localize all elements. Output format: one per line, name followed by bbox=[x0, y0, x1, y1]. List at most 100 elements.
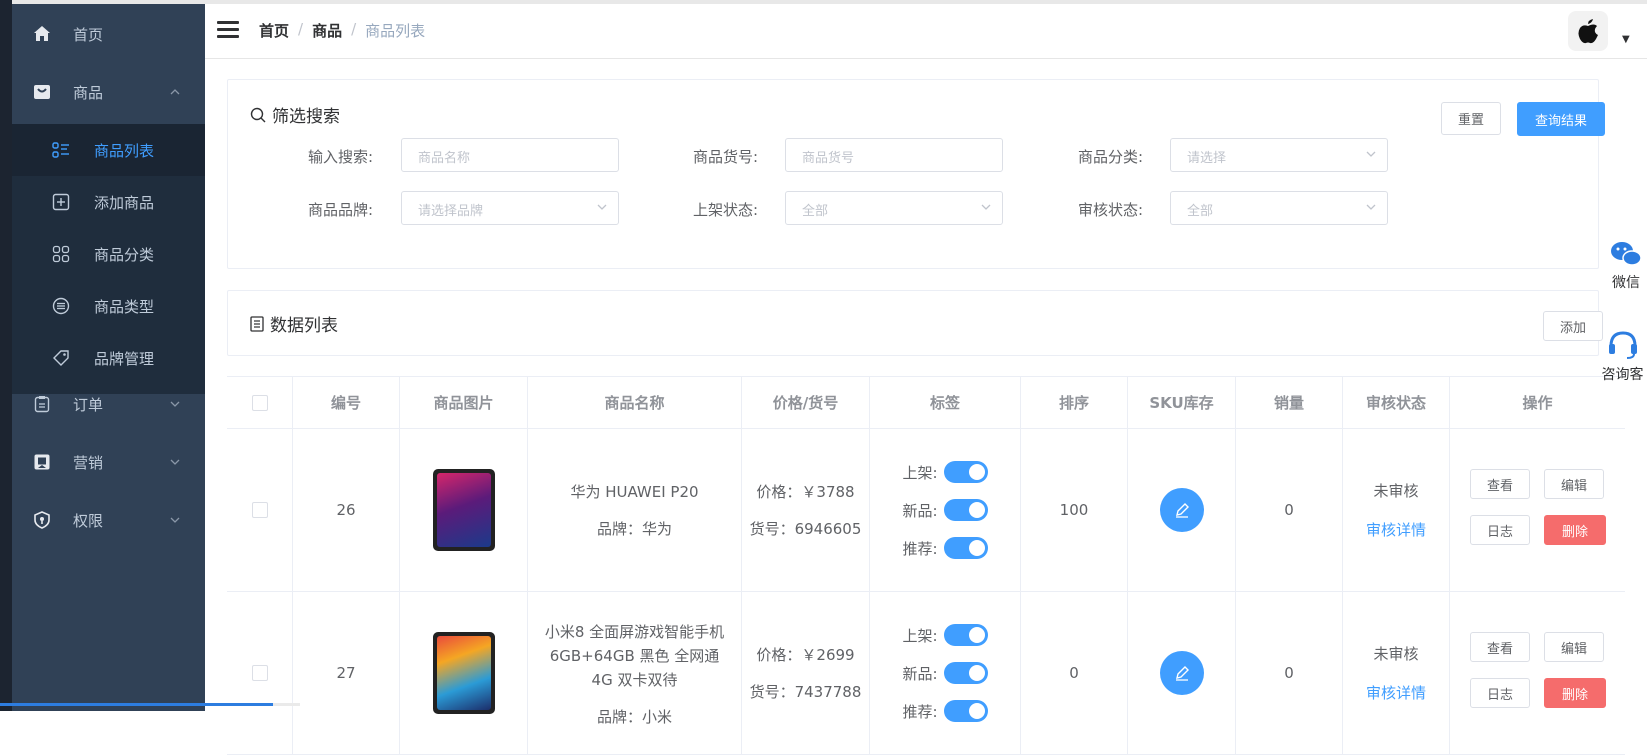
sidebar-item-order[interactable]: 订单 bbox=[12, 374, 205, 434]
view-button[interactable]: 查看 bbox=[1470, 469, 1530, 499]
column-header[interactable]: 编号 bbox=[293, 377, 400, 429]
breadcrumb-current: 商品列表 bbox=[365, 22, 426, 40]
row-checkbox[interactable] bbox=[251, 665, 268, 681]
recommend-switch[interactable] bbox=[943, 700, 988, 722]
sidebar-item-goods[interactable]: 商品 bbox=[12, 62, 205, 122]
consult-float[interactable]: 咨询客 bbox=[1598, 330, 1647, 384]
recommend-switch[interactable] bbox=[943, 537, 988, 559]
sidebar-item-marketing[interactable]: 营销 bbox=[12, 432, 205, 492]
product-name: 小米8 全面屏游戏智能手机 6GB+64GB 黑色 全网通4G 双卡双待 bbox=[544, 622, 725, 689]
caret-down-icon[interactable]: ▼ bbox=[1622, 34, 1630, 45]
edit-button[interactable]: 编辑 bbox=[1544, 469, 1604, 499]
sn-input[interactable]: 商品货号 bbox=[785, 138, 1003, 172]
reset-button[interactable]: 重置 bbox=[1441, 102, 1501, 135]
row-checkbox[interactable] bbox=[251, 502, 268, 518]
hamburger-icon[interactable] bbox=[217, 21, 239, 39]
publish-status-select[interactable]: 全部 bbox=[785, 191, 1003, 225]
verify-cell: 未审核 审核详情 bbox=[1343, 429, 1450, 592]
product-brand: 品牌：华为 bbox=[596, 520, 672, 538]
progress-fill bbox=[0, 703, 274, 706]
image-cell bbox=[400, 592, 528, 755]
chevron-down-icon bbox=[1366, 151, 1376, 157]
column-header: 标签 bbox=[870, 377, 1021, 429]
tag-label: 新品: bbox=[902, 501, 938, 520]
edit-icon bbox=[1175, 666, 1189, 681]
product-price: 价格：￥3788 bbox=[756, 483, 855, 501]
column-header: 排序 bbox=[1021, 377, 1128, 429]
tags-cell: 上架: 新品: 推荐: bbox=[870, 592, 1021, 755]
publish-switch[interactable] bbox=[943, 624, 988, 646]
sku-edit-button[interactable] bbox=[1159, 488, 1204, 532]
publish-switch[interactable] bbox=[943, 461, 988, 483]
sales-cell: 0 bbox=[1236, 429, 1343, 592]
sidebar-item-label: 商品 bbox=[73, 83, 104, 102]
consult-label: 咨询客 bbox=[1601, 367, 1644, 383]
breadcrumb-separator: / bbox=[298, 20, 304, 38]
tag-label: 上架: bbox=[902, 626, 938, 645]
breadcrumb-goods[interactable]: 商品 bbox=[312, 20, 342, 41]
datalist-card: 数据列表 添加 bbox=[227, 290, 1603, 356]
wechat-float[interactable]: 微信 bbox=[1605, 240, 1647, 292]
name-cell: 华为 HUAWEI P20 品牌：华为 bbox=[528, 429, 742, 592]
wechat-icon bbox=[1611, 242, 1642, 266]
sidebar-item-label: 营销 bbox=[73, 453, 104, 472]
list-icon bbox=[52, 141, 70, 159]
sort-cell: 100 bbox=[1021, 429, 1128, 592]
sidebar-item-permission[interactable]: 权限 bbox=[12, 490, 205, 550]
column-header: 价格/货号 bbox=[742, 377, 870, 429]
chevron-down-icon bbox=[170, 456, 180, 469]
datalist-title-text: 数据列表 bbox=[270, 316, 338, 336]
image-cell bbox=[400, 429, 528, 592]
brand-select[interactable]: 请选择品牌 bbox=[401, 191, 619, 225]
breadcrumb-home[interactable]: 首页 bbox=[259, 20, 289, 41]
sort-cell: 0 bbox=[1021, 592, 1128, 755]
headset-icon bbox=[1608, 331, 1637, 359]
product-name: 华为 HUAWEI P20 bbox=[570, 483, 699, 501]
product-brand: 品牌：小米 bbox=[596, 707, 672, 726]
add-button[interactable]: 添加 bbox=[1543, 311, 1603, 341]
sidebar-item-home[interactable]: 首页 bbox=[12, 4, 205, 64]
document-icon bbox=[250, 315, 264, 332]
sku-edit-button[interactable] bbox=[1159, 651, 1204, 695]
sidebar-item-label: 订单 bbox=[73, 395, 104, 414]
id-cell: 26 bbox=[293, 429, 400, 592]
edit-icon bbox=[1175, 503, 1189, 518]
verify-detail-link[interactable]: 审核详情 bbox=[1366, 682, 1426, 703]
category-select[interactable]: 请选择 bbox=[1170, 138, 1388, 172]
datalist-title: 数据列表 bbox=[250, 311, 338, 336]
delete-button[interactable]: 删除 bbox=[1544, 678, 1606, 708]
column-header: 销量 bbox=[1236, 377, 1343, 429]
user-avatar[interactable] bbox=[1568, 11, 1608, 51]
log-button[interactable]: 日志 bbox=[1470, 678, 1530, 708]
search-button[interactable]: 查询结果 bbox=[1517, 102, 1605, 136]
new-switch[interactable] bbox=[943, 662, 988, 684]
verify-detail-link[interactable]: 审核详情 bbox=[1366, 519, 1426, 540]
select-all-checkbox[interactable] bbox=[251, 394, 268, 411]
product-image[interactable] bbox=[432, 632, 495, 714]
sidebar-item-goods-type[interactable]: 商品类型 bbox=[12, 280, 205, 332]
edit-button[interactable]: 编辑 bbox=[1544, 632, 1604, 662]
left-edge bbox=[0, 0, 12, 711]
shield-icon bbox=[32, 510, 52, 530]
verify-status-select[interactable]: 全部 bbox=[1170, 191, 1388, 225]
tag-label: 推荐: bbox=[902, 702, 938, 721]
sidebar-item-label: 权限 bbox=[73, 511, 104, 530]
chevron-down-icon bbox=[170, 514, 180, 527]
product-image[interactable] bbox=[432, 469, 495, 551]
sidebar-item-goods-category[interactable]: 商品分类 bbox=[12, 228, 205, 280]
sku-cell bbox=[1128, 592, 1236, 755]
actions-cell: 查看 编辑 日志 删除 bbox=[1450, 592, 1625, 755]
sidebar-item-goods-list[interactable]: 商品列表 bbox=[12, 124, 205, 176]
search-label: 输入搜索: bbox=[307, 148, 373, 166]
new-switch[interactable] bbox=[943, 499, 988, 521]
sku-cell bbox=[1128, 429, 1236, 592]
apple-logo-icon bbox=[1578, 19, 1598, 44]
view-button[interactable]: 查看 bbox=[1470, 632, 1530, 662]
log-button[interactable]: 日志 bbox=[1470, 515, 1530, 545]
sidebar-item-add-goods[interactable]: 添加商品 bbox=[12, 176, 205, 228]
verify-status-label: 审核状态: bbox=[1077, 201, 1143, 219]
grid-icon bbox=[52, 245, 70, 263]
search-icon bbox=[250, 107, 266, 122]
delete-button[interactable]: 删除 bbox=[1544, 515, 1606, 545]
search-input[interactable]: 商品名称 bbox=[401, 138, 619, 172]
